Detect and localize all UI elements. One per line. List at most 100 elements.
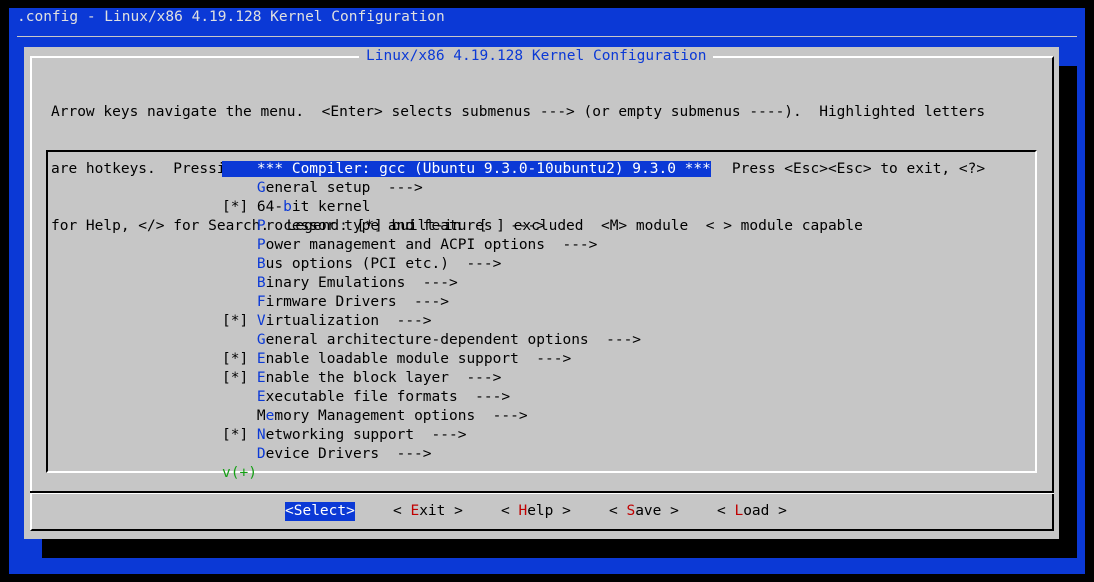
menu-item-prefix	[222, 218, 257, 234]
menu-item-text: [*] Networking support --->	[222, 427, 466, 443]
load-rest: oad	[743, 503, 770, 519]
window-title: .config - Linux/x86 4.19.128 Kernel Conf…	[17, 9, 445, 25]
menu-item-prefix: [*]	[222, 351, 257, 367]
more-indicator: v(+)	[222, 465, 257, 481]
menu-item[interactable]: [*] 64-bit kernel	[222, 198, 711, 217]
menu-item[interactable]: General setup --->	[222, 179, 711, 198]
menu-item-text: [*] Virtualization --->	[222, 313, 432, 329]
menu-item-label: etworking support --->	[265, 427, 467, 443]
menu-item-hotkey: G	[256, 332, 266, 348]
menu-item-text: General setup --->	[222, 180, 423, 196]
menu-item-hotkey: E	[256, 370, 266, 386]
load-open: <	[717, 503, 735, 519]
menu-item-pre: M	[256, 408, 266, 424]
menu-item-label: it kernel	[291, 199, 371, 215]
select-button[interactable]: <Select>	[285, 502, 355, 521]
menu-item[interactable]: Executable file formats --->	[222, 388, 711, 407]
exit-open: <	[393, 503, 411, 519]
menu-item-label: *** Compiler: gcc (Ubuntu 9.3.0-10ubuntu…	[256, 161, 711, 177]
menu-item-prefix	[222, 275, 257, 291]
menu-item-hotkey: B	[256, 256, 266, 272]
menu-item-text: [*] Enable loadable module support --->	[222, 351, 571, 367]
menu-item-hotkey: b	[283, 199, 292, 215]
menu-item-label: eneral architecture-dependent options --…	[265, 332, 642, 348]
menu-item-prefix: [*]	[222, 199, 257, 215]
menu-item-prefix	[222, 161, 257, 177]
menu-item-label: nable the block layer --->	[265, 370, 502, 386]
load-hotkey: L	[734, 503, 744, 519]
menu-item-hotkey: G	[256, 180, 266, 196]
help-close: >	[553, 503, 571, 519]
menu-item-hotkey: F	[256, 294, 266, 310]
help-rest: elp	[527, 503, 554, 519]
main-dialog: Linux/x86 4.19.128 Kernel Configuration …	[24, 47, 1059, 539]
save-rest: ave	[635, 503, 662, 519]
menu-item-label: xecutable file formats --->	[265, 389, 511, 405]
menu-item[interactable]: Memory Management options --->	[222, 407, 711, 426]
menu-item-text: [*] 64-bit kernel	[222, 199, 370, 215]
save-close: >	[661, 503, 679, 519]
menu-item-label: irtualization --->	[265, 313, 432, 329]
save-open: <	[609, 503, 627, 519]
menu-item-text: Bus options (PCI etc.) --->	[222, 256, 501, 272]
menu-item-prefix	[222, 332, 257, 348]
button-divider-highlight	[30, 493, 1054, 494]
menu-item[interactable]: Binary Emulations --->	[222, 274, 711, 293]
dialog-title: Linux/x86 4.19.128 Kernel Configuration	[359, 47, 714, 66]
save-hotkey: S	[626, 503, 636, 519]
menu-item-label: inary Emulations --->	[265, 275, 458, 291]
exit-hotkey: E	[410, 503, 420, 519]
menu-item[interactable]: [*] Enable loadable module support --->	[222, 350, 711, 369]
help-button[interactable]: < Help >	[501, 502, 571, 521]
load-close: >	[769, 503, 787, 519]
menu-item-text: Power management and ACPI options --->	[222, 237, 597, 253]
menu-item[interactable]: Firmware Drivers --->	[222, 293, 711, 312]
menu-item-text: Executable file formats --->	[222, 389, 510, 405]
menu-item-prefix: [*]	[222, 427, 257, 443]
help-open: <	[501, 503, 519, 519]
menu-item-label: evice Drivers --->	[265, 446, 432, 462]
load-button[interactable]: < Load >	[717, 502, 787, 521]
menu-item-hotkey: V	[256, 313, 266, 329]
menu-item-label: irmware Drivers --->	[265, 294, 449, 310]
title-divider	[17, 36, 1077, 37]
help-hotkey: H	[518, 503, 528, 519]
menu-item-label: eneral setup --->	[265, 180, 423, 196]
menu-item-text: [*] Enable the block layer --->	[222, 370, 501, 386]
menu-item-text: Binary Emulations --->	[222, 275, 458, 291]
exit-button[interactable]: < Exit >	[393, 502, 463, 521]
menu-item-hotkey: P	[256, 237, 266, 253]
exit-close: >	[445, 503, 463, 519]
menu-item-pre: 64-	[256, 199, 284, 215]
menu-item[interactable]: *** Compiler: gcc (Ubuntu 9.3.0-10ubuntu…	[222, 160, 711, 179]
menu-item-prefix	[222, 408, 257, 424]
exit-rest: xit	[419, 503, 446, 519]
menu-item-hotkey: B	[256, 275, 266, 291]
menu-item[interactable]: Bus options (PCI etc.) --->	[222, 255, 711, 274]
menu-item-text: *** Compiler: gcc (Ubuntu 9.3.0-10ubuntu…	[222, 161, 711, 177]
menu-item-prefix	[222, 446, 257, 462]
menu-item[interactable]: [*] Enable the block layer --->	[222, 369, 711, 388]
menu-item-label: ower management and ACPI options --->	[265, 237, 598, 253]
help-line-1: Arrow keys navigate the menu. <Enter> se…	[51, 104, 986, 120]
menu-item[interactable]: General architecture-dependent options -…	[222, 331, 711, 350]
menu-item-text: Firmware Drivers --->	[222, 294, 449, 310]
menu-item-hotkey: D	[256, 446, 266, 462]
menu-item-hotkey: P	[256, 218, 266, 234]
menu-item[interactable]: [*] Virtualization --->	[222, 312, 711, 331]
menu-item-text: Memory Management options --->	[222, 408, 528, 424]
menu-item-prefix	[222, 294, 257, 310]
menu-item[interactable]: Power management and ACPI options --->	[222, 236, 711, 255]
menu-item[interactable]: Device Drivers --->	[222, 445, 711, 464]
menu-list: *** Compiler: gcc (Ubuntu 9.3.0-10ubuntu…	[222, 160, 711, 464]
menu-item-label: mory Management options --->	[274, 408, 528, 424]
menu-item[interactable]: [*] Networking support --->	[222, 426, 711, 445]
button-bar: <Select> < Exit > < Help > < Save > < Lo…	[24, 502, 1059, 521]
save-button[interactable]: < Save >	[609, 502, 679, 521]
menu-item-label: nable loadable module support --->	[265, 351, 572, 367]
menu-item-label: us options (PCI etc.) --->	[265, 256, 502, 272]
menu-item-prefix: [*]	[222, 313, 257, 329]
menu-item-prefix	[222, 389, 257, 405]
menu-item-prefix	[222, 180, 257, 196]
menu-item[interactable]: Processor type and features --->	[222, 217, 711, 236]
